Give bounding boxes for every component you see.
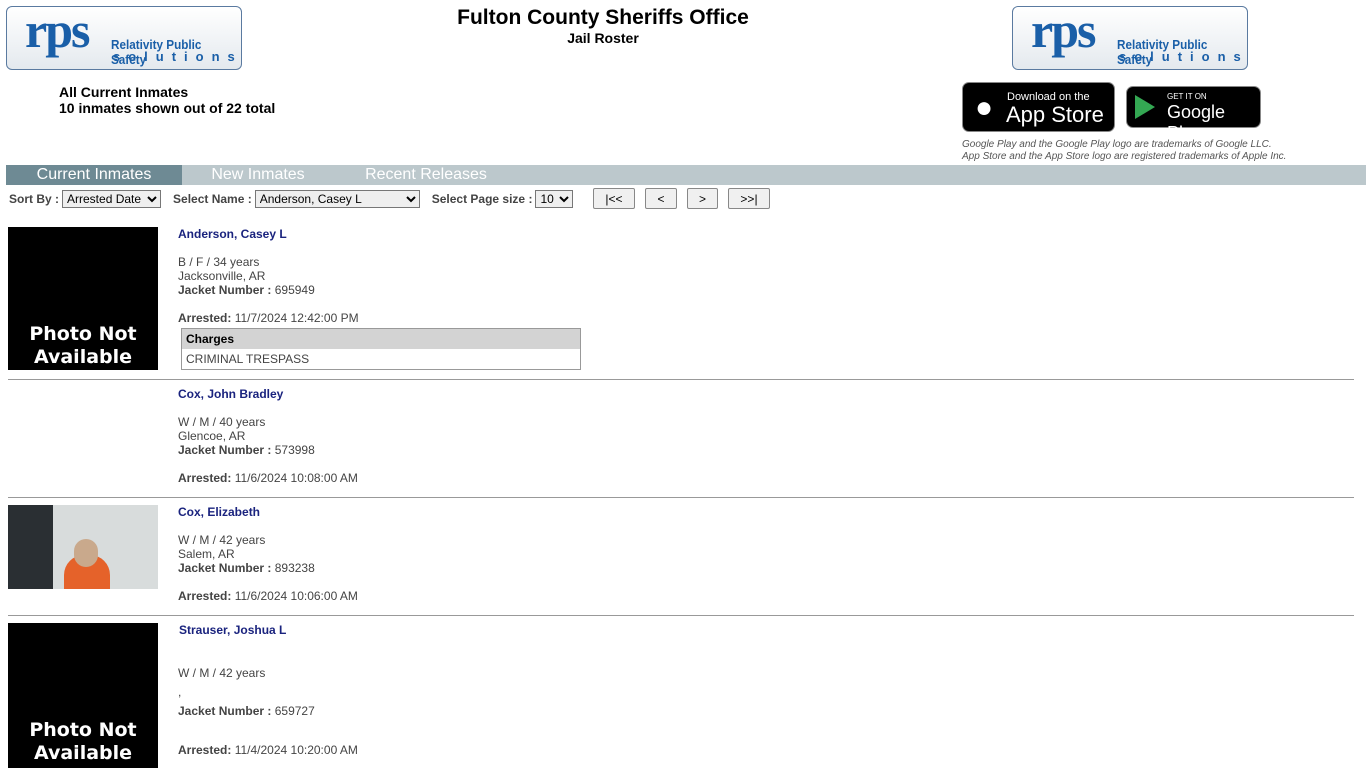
inmate-demographics: W / M / 40 years — [178, 415, 266, 429]
badge-big-text: Google Play — [1167, 102, 1226, 143]
sort-label: Sort By : — [9, 192, 60, 206]
jacket-label: Jacket Number : — [178, 443, 272, 457]
arrested-date: 11/6/2024 10:06:00 AM — [234, 589, 358, 603]
trademark-google: Google Play and the Google Play logo are… — [962, 139, 1272, 150]
sort-select[interactable]: Arrested Date — [62, 190, 162, 208]
jacket-number: 573998 — [274, 443, 315, 457]
tab-recent-releases[interactable]: Recent Releases — [346, 165, 506, 185]
google-play-badge[interactable]: GET IT ON Google Play — [1126, 86, 1261, 143]
inmate-mugshot — [8, 505, 158, 589]
app-store-badge[interactable]: ● Download on the App Store — [962, 82, 1115, 132]
inmate-name-link[interactable]: Cox, Elizabeth — [178, 505, 260, 519]
summary-title: All Current Inmates — [59, 84, 189, 100]
next-page-button[interactable]: > — [687, 188, 718, 209]
page-size-label: Select Page size : — [431, 192, 533, 206]
inmate-name-link[interactable]: Anderson, Casey L — [178, 227, 287, 241]
inmate-city: , — [178, 685, 182, 699]
inmate-city: Glencoe, AR — [178, 429, 246, 443]
arrested-date: 11/4/2024 10:20:00 AM — [234, 743, 358, 757]
google-play-icon — [1135, 95, 1155, 119]
jacket-label: Jacket Number : — [178, 704, 272, 718]
jacket-label: Jacket Number : — [178, 561, 272, 575]
inmate-demographics: B / F / 34 years — [178, 255, 260, 269]
jacket-number: 659727 — [274, 704, 315, 718]
tab-new-inmates[interactable]: New Inmates — [182, 165, 334, 185]
jacket-label: Jacket Number : — [178, 283, 272, 297]
rps-logo-left: rps Relativity Public Safety solutions — [6, 6, 242, 70]
jacket-number: 695949 — [274, 283, 315, 297]
arrested-label: Arrested: — [178, 311, 232, 325]
rps-logo-right: rps Relativity Public Safety solutions — [1012, 6, 1248, 70]
divider — [8, 379, 1354, 380]
inmate-demographics: W / M / 42 years — [178, 533, 266, 547]
first-page-button[interactable]: |<< — [593, 188, 635, 209]
divider — [8, 497, 1354, 498]
charges-table: Charges CRIMINAL TRESPASS — [181, 328, 581, 370]
page-subtitle: Jail Roster — [567, 30, 639, 46]
page-size-select[interactable]: 10 — [535, 190, 574, 208]
inmate-name-link[interactable]: Cox, John Bradley — [178, 387, 283, 401]
tab-current-inmates[interactable]: Current Inmates — [6, 165, 182, 185]
arrested-date: 11/6/2024 10:08:00 AM — [234, 471, 358, 485]
prev-page-button[interactable]: < — [645, 188, 677, 209]
charges-header: Charges — [182, 329, 580, 349]
inmate-name-link[interactable]: Strauser, Joshua L — [179, 623, 286, 637]
inmate-city: Jacksonville, AR — [178, 269, 266, 283]
arrested-label: Arrested: — [178, 743, 232, 757]
page-title: Fulton County Sheriffs Office — [457, 6, 749, 29]
name-select[interactable]: Anderson, Casey L — [254, 190, 420, 208]
charge-row: CRIMINAL TRESPASS — [186, 352, 310, 366]
arrested-label: Arrested: — [178, 471, 232, 485]
inmate-demographics: W / M / 42 years — [178, 666, 266, 680]
apple-icon: ● — [975, 91, 994, 124]
arrested-date: 11/7/2024 12:42:00 PM — [234, 311, 359, 325]
badge-big-text: App Store — [1006, 102, 1104, 127]
summary-count: 10 inmates shown out of 22 total — [59, 100, 276, 116]
tab-bar: Current Inmates New Inmates Recent Relea… — [6, 165, 1366, 185]
last-page-button[interactable]: >>| — [728, 188, 770, 209]
inmate-city: Salem, AR — [178, 547, 235, 561]
inmate-photo-placeholder: Photo Not Available — [8, 227, 158, 370]
trademark-apple: App Store and the App Store logo are reg… — [962, 151, 1287, 162]
inmate-photo-placeholder: Photo Not Available — [8, 623, 158, 768]
divider — [8, 615, 1354, 616]
arrested-label: Arrested: — [178, 589, 232, 603]
badge-small-text: GET IT ON — [1167, 92, 1207, 101]
jacket-number: 893238 — [274, 561, 315, 575]
name-label: Select Name : — [173, 192, 252, 206]
